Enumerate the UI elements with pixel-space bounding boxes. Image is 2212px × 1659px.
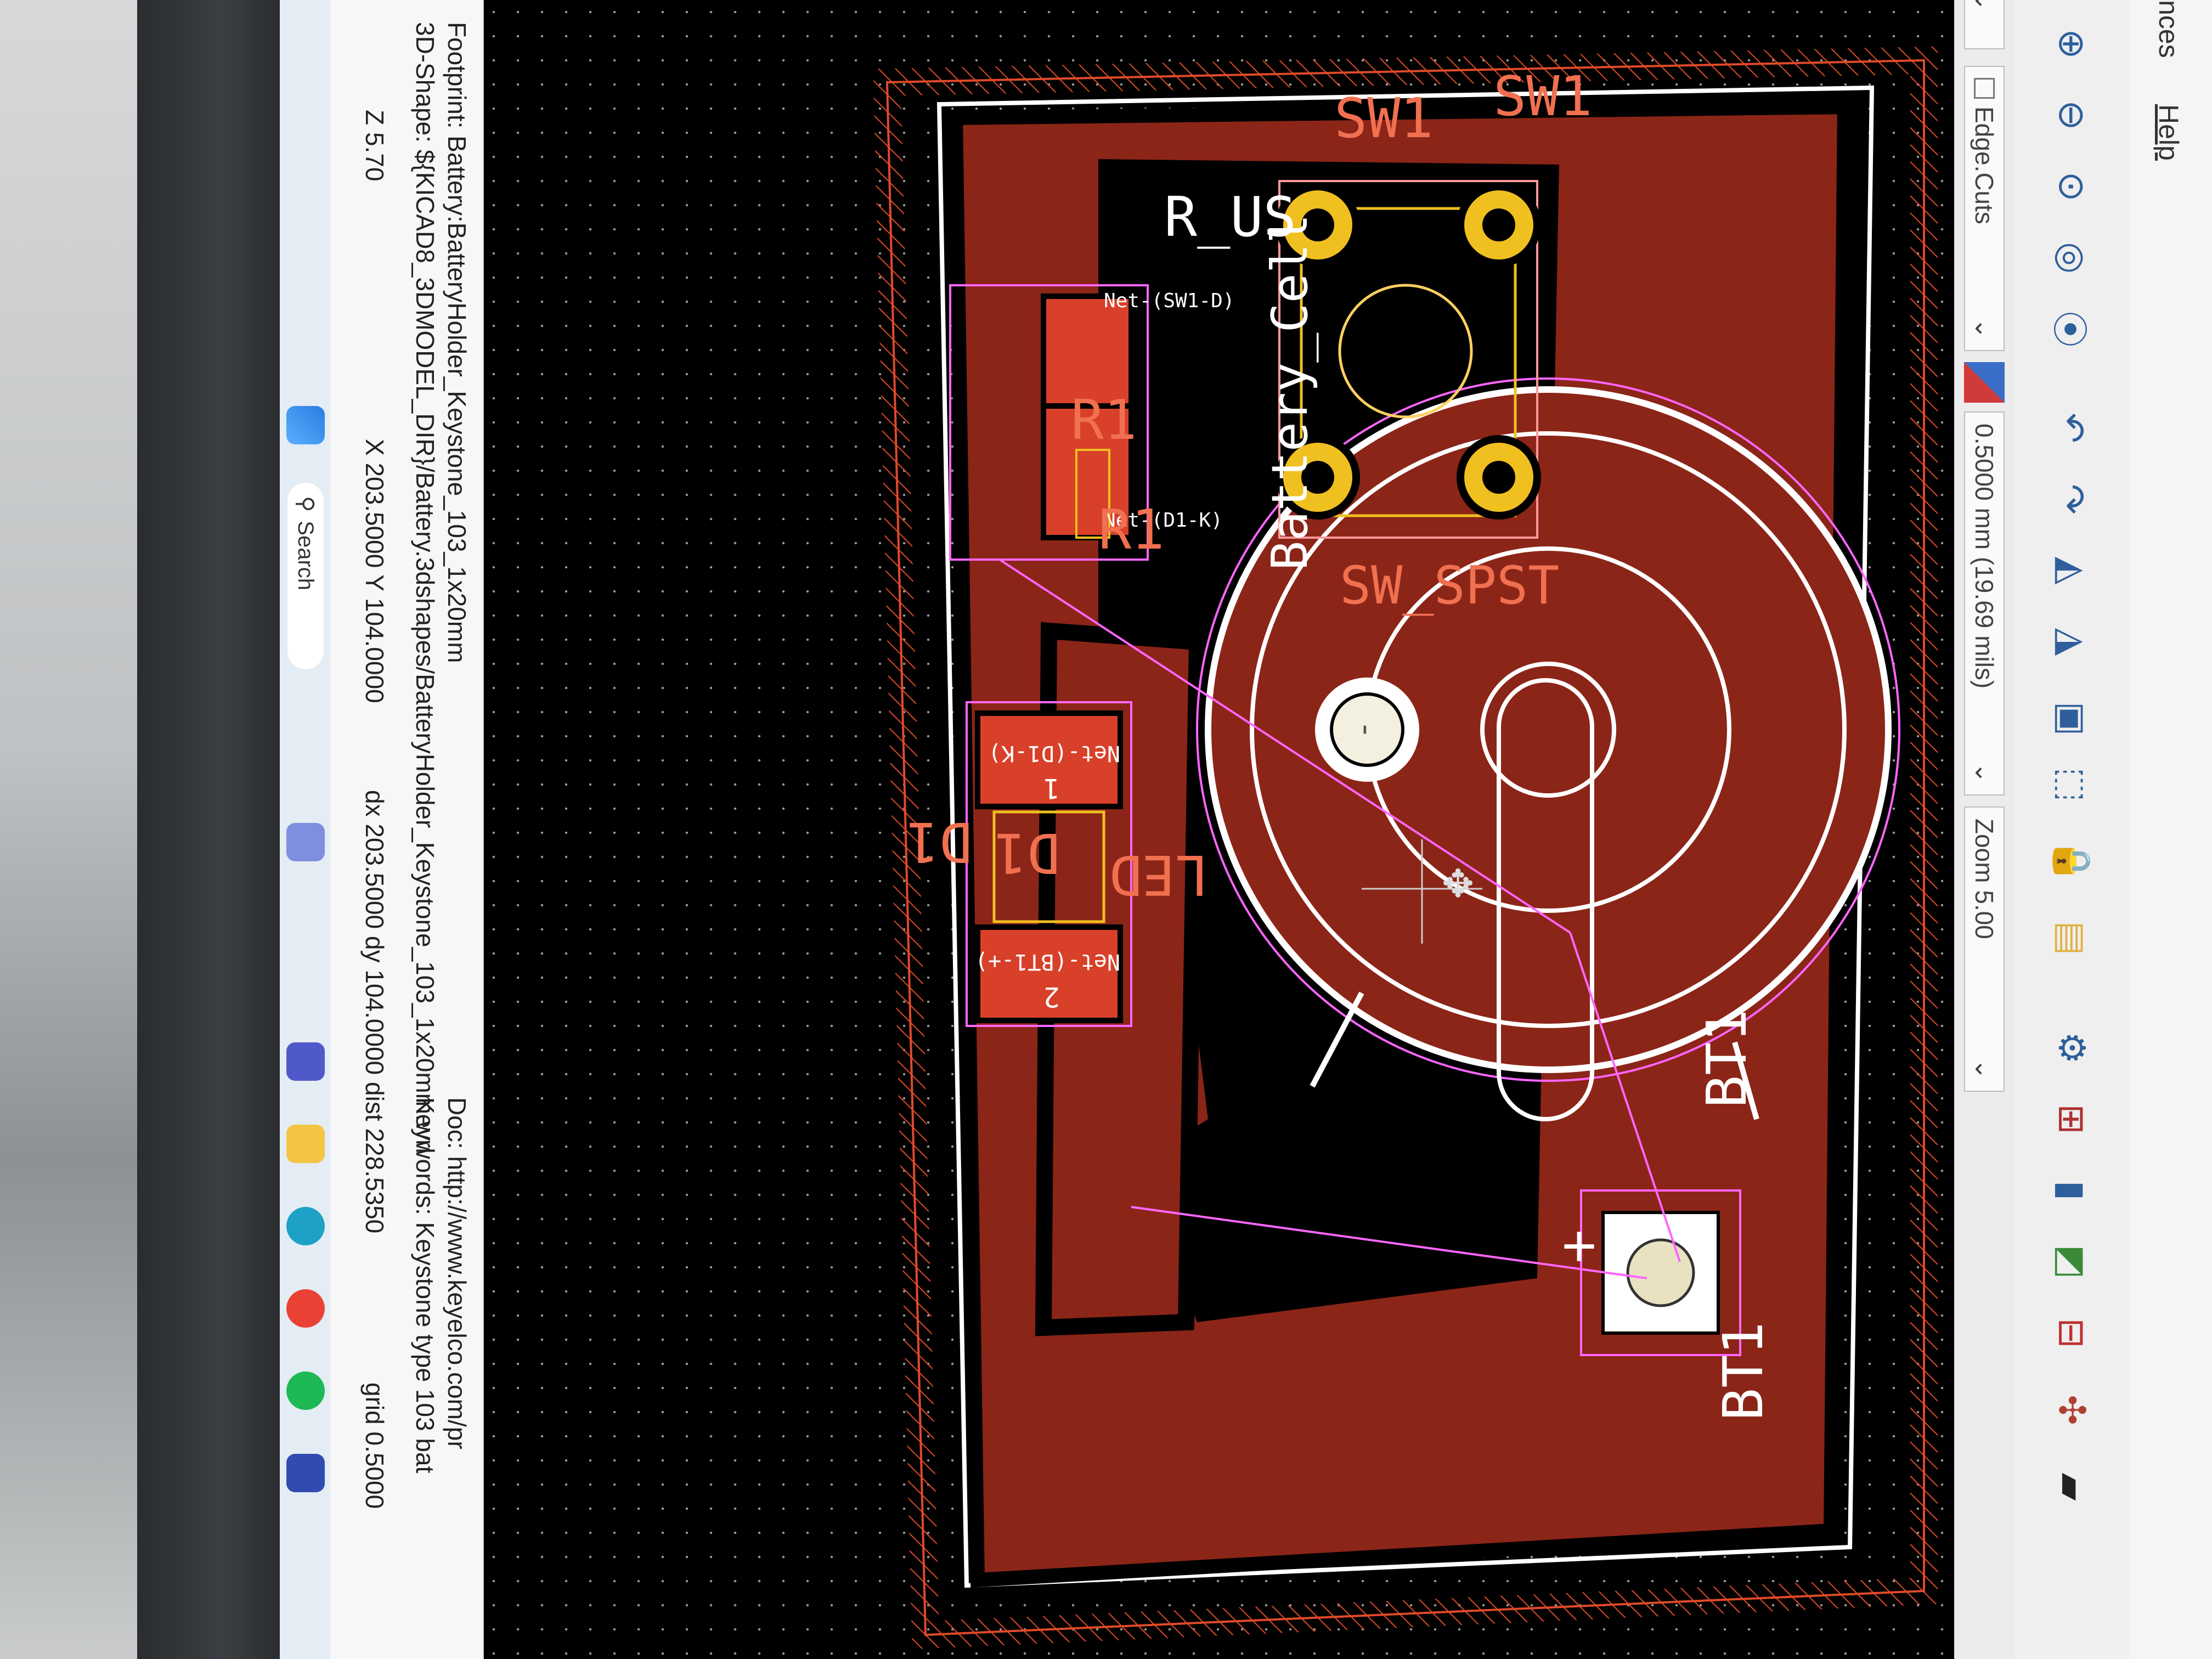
sw1-value-label: SW1 <box>1493 64 1593 128</box>
zoom-selection-icon[interactable]: ⦿ <box>2045 302 2100 357</box>
pcb-canvas[interactable]: - + BT1 BT1 ✥ SW1 SW1 SW_SPST Battery_Ce… <box>484 0 1954 1659</box>
status-bar: Footprint: Battery:BatteryHolder_Keyston… <box>329 0 484 1659</box>
r1-reference-label: R1 <box>1071 388 1137 452</box>
zoom-in-icon[interactable]: ⊕ <box>2045 16 2100 71</box>
d1-pad2-number: 2 <box>1043 981 1060 1013</box>
edge-icon[interactable] <box>286 1207 325 1245</box>
led-label: LED <box>1109 843 1208 907</box>
copilot-icon[interactable] <box>286 823 325 861</box>
redo-icon[interactable]: ↷ <box>2045 472 2100 527</box>
status-zoom: Z 5.70 <box>360 110 389 182</box>
pad-tool-icon[interactable]: ▤ <box>2045 911 2100 966</box>
footprint-wizard-icon[interactable]: ⊟ <box>2045 1306 2100 1361</box>
sw1-reference-label: SW1 <box>1334 86 1434 150</box>
menu-item-help[interactable]: Help <box>2153 104 2185 161</box>
d1-pad1-number: 1 <box>1043 772 1060 804</box>
tool-combo[interactable]: ⌄ <box>1964 0 2005 49</box>
d1-pad1-net-label: Net-(D1-K) <box>988 741 1120 766</box>
kicad-footprint-editor-window: nces Help ⊕ ⊖ ⊙ ◎ ⦿ ↶ ↷ ◭ ◮ ▣ ⬚ 🔒 ▤ ⚙ ⊞ … <box>280 0 2212 1659</box>
r1-pad2-net-label: Net-(SW1-D) <box>1104 290 1234 312</box>
board-drawing: - + BT1 BT1 ✥ SW1 SW1 SW_SPST Battery_Ce… <box>484 0 1954 1659</box>
status-grid: grid 0.5000 <box>360 1383 389 1509</box>
align-icon[interactable]: ⬚ <box>2045 757 2100 812</box>
chrome-icon[interactable] <box>286 1289 325 1328</box>
status-doc: Doc: http://www.keyelco.com/pr <box>443 1097 471 1449</box>
sw-spst-label: SW_SPST <box>1340 556 1559 616</box>
mirror-vertical-icon[interactable]: ◮ <box>2045 614 2100 669</box>
bt1-plus-marking: + <box>1546 1229 1613 1264</box>
spotify-icon[interactable] <box>286 1372 325 1410</box>
file-explorer-icon[interactable] <box>286 1125 325 1163</box>
undo-icon[interactable]: ↶ <box>2045 400 2100 455</box>
layer-selector-value: Edge.Cuts <box>1970 106 1999 224</box>
bt1-pad-minus-label: - <box>1349 724 1386 735</box>
layer-color-swatch <box>1964 362 2005 403</box>
scripting-icon[interactable]: ✣ <box>2045 1383 2100 1437</box>
d1-pad2-net-label: Net-(BT1-+) <box>975 949 1120 974</box>
board-setup-icon[interactable]: ⚙ <box>2045 1020 2100 1075</box>
chevron-down-icon: ⌄ <box>1970 318 1999 339</box>
bt1-pad-negative: - <box>1315 678 1419 782</box>
teams-icon[interactable] <box>286 1042 325 1081</box>
zoom-objects-icon[interactable]: ◎ <box>2045 230 2100 285</box>
taskbar-search[interactable]: ⚲ Search <box>287 483 324 669</box>
layer-checkbox-icon <box>1974 78 1995 99</box>
search-icon: ⚲ <box>294 496 318 512</box>
status-coordinates: X 203.5000 Y 104.0000 <box>360 439 389 703</box>
grid-selector[interactable]: 0.5000 mm (19.69 mils) ⌄ <box>1964 411 2005 795</box>
kicad-icon[interactable] <box>286 1454 325 1492</box>
status-footprint: Footprint: Battery:BatteryHolder_Keyston… <box>443 22 471 663</box>
grid-selector-value: 0.5000 mm (19.69 mils) <box>1970 424 1999 689</box>
monitor-bezel <box>137 0 385 1659</box>
windows-start-icon[interactable] <box>286 406 325 444</box>
taskbar-search-label: Search <box>294 521 318 591</box>
move-cursor-icon: ✥ <box>1436 867 1479 899</box>
r-us-label: R_US <box>1164 185 1296 249</box>
zoom-out-icon[interactable]: ⊖ <box>2045 88 2100 143</box>
menu-item-preferences[interactable]: nces <box>2153 0 2185 58</box>
chevron-down-icon: ⌄ <box>1970 762 1999 783</box>
taskbar: ⚲ Search <box>280 0 330 1659</box>
status-keywords: Keywords: Keystone type 103 bat <box>411 1097 439 1474</box>
main-toolbar: ⊕ ⊖ ⊙ ◎ ⦿ ↶ ↷ ◭ ◮ ▣ ⬚ 🔒 ▤ ⚙ ⊞ ▮ ◩ ⊟ ✣ ▰ <box>2013 0 2130 1659</box>
drc-icon[interactable]: ▮ <box>2045 1163 2100 1218</box>
layer-selector[interactable]: Edge.Cuts ⌄ <box>1964 66 2005 351</box>
options-bar: ⌄ Edge.Cuts ⌄ 0.5000 mm (19.69 mils) ⌄ Z… <box>1953 0 2015 1659</box>
netlist-icon[interactable]: ⊞ <box>2045 1092 2100 1147</box>
footprint-editor-icon[interactable]: ◩ <box>2045 1234 2100 1289</box>
status-delta: dx 203.5000 dy 104.0000 dist 228.5350 <box>360 790 389 1234</box>
r1-value-label: R1 <box>1098 498 1164 562</box>
lock-icon[interactable]: 🔒 <box>2045 834 2100 889</box>
status-3d-shape: 3D-Shape: ${KICAD8_3DMODEL_DIR}/Battery.… <box>411 22 439 1154</box>
monitor-screen: nces Help ⊕ ⊖ ⊙ ◎ ⦿ ↶ ↷ ◭ ◮ ▣ ⬚ 🔒 ▤ ⚙ ⊞ … <box>280 0 2212 1659</box>
chevron-down-icon: ⌄ <box>1970 1058 1999 1080</box>
group-icon[interactable]: ▣ <box>2045 691 2100 746</box>
d1-value-label: D1 <box>994 821 1060 885</box>
battery-cell-label: Battery_Cell <box>1261 214 1319 571</box>
bt1-value-label: BT1 <box>1695 1009 1759 1108</box>
d1-reference-label: D1 <box>906 810 972 874</box>
background-wall <box>0 0 137 1659</box>
zoom-fit-icon[interactable]: ⊙ <box>2045 159 2100 214</box>
terminal-icon[interactable]: ▰ <box>2045 1459 2100 1514</box>
zoom-selector-value: Zoom 5.00 <box>1970 819 1999 939</box>
zoom-selector[interactable]: Zoom 5.00 ⌄ <box>1964 806 2005 1092</box>
menu-bar: nces Help <box>2130 0 2212 1659</box>
mirror-horizontal-icon[interactable]: ◭ <box>2045 543 2100 598</box>
bt1-reference-label: BT1 <box>1711 1322 1775 1421</box>
